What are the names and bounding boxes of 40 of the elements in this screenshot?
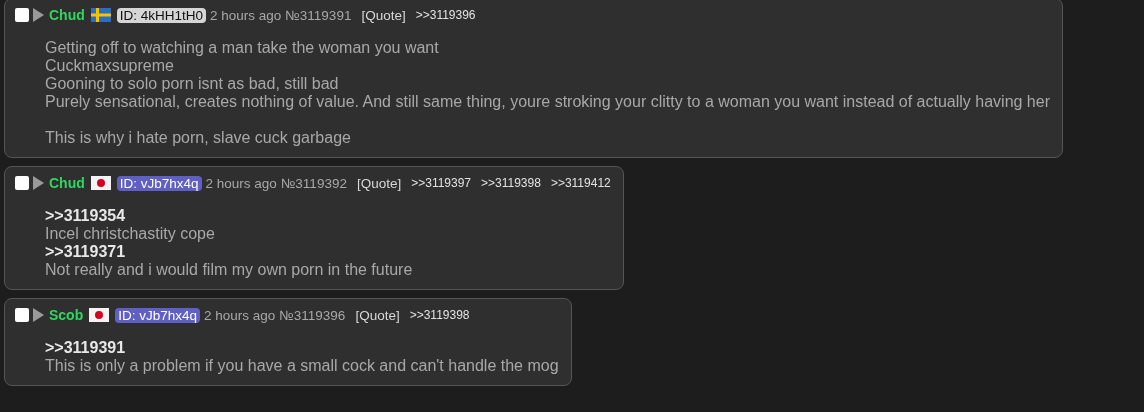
post-number[interactable]: №3119392 — [280, 175, 347, 191]
post-text: Gooning to solo porn isnt as bad, still bad — [45, 75, 339, 93]
checkbox[interactable] — [15, 176, 29, 190]
quote-link[interactable]: [Quote] — [355, 307, 400, 323]
post-text: Purely sensational, creates nothing of value. And still same thing, youre stroking your clitty to a woman you want instead of actually having her — [45, 93, 1050, 111]
checkbox[interactable] — [15, 8, 29, 22]
checkbox[interactable] — [15, 308, 29, 322]
post-text: This is only a problem if you have a small cock and can't handle the mog — [45, 357, 559, 375]
poster-name: Chud — [49, 7, 85, 23]
expand-triangle-icon[interactable] — [33, 8, 44, 22]
post-text: Getting off to watching a man take the woman you want — [45, 39, 439, 57]
quote-reference-link[interactable]: >>3119371 — [45, 243, 126, 261]
quote-link[interactable]: [Quote] — [356, 175, 402, 191]
reply-link[interactable]: >>3119398 — [481, 176, 541, 190]
quote-link[interactable]: [Quote] — [361, 7, 406, 23]
quote-reference-link[interactable]: >>3119391 — [45, 339, 126, 357]
post-text: Incel christchastity cope — [45, 225, 215, 243]
expand-triangle-icon[interactable] — [33, 308, 44, 322]
flag-icon — [89, 308, 110, 322]
poster-id[interactable]: ID: vJb7hx4q — [115, 307, 201, 323]
post-time: 2 hours ago — [205, 175, 277, 191]
poster-id[interactable]: ID: 4kHH1tH0 — [116, 7, 207, 23]
reply-link[interactable]: >>3119396 — [415, 8, 476, 22]
post-text: This is why i hate porn, slave cuck garbage — [45, 129, 351, 147]
expand-triangle-icon[interactable] — [33, 176, 44, 190]
flag-icon — [90, 8, 111, 22]
post-text: Not really and i would film my own porn in the future — [45, 261, 413, 279]
post-number[interactable]: №3119396 — [279, 307, 346, 323]
poster-name: Scob — [49, 307, 84, 323]
poster-name: Chud — [49, 175, 85, 191]
reply-link[interactable]: >>3119397 — [411, 176, 472, 190]
flag-icon — [90, 176, 111, 190]
post-time: 2 hours ago — [204, 307, 276, 323]
post-text: Cuckmaxsupreme — [45, 57, 174, 75]
post-time: 2 hours ago — [210, 7, 282, 23]
quote-reference-link[interactable]: >>3119354 — [45, 207, 126, 225]
poster-id[interactable]: ID: vJb7hx4q — [116, 175, 202, 191]
reply-link[interactable]: >>3119412 — [550, 176, 611, 190]
reply-link[interactable]: >>3119398 — [409, 308, 470, 322]
post-number[interactable]: №3119391 — [285, 7, 352, 23]
